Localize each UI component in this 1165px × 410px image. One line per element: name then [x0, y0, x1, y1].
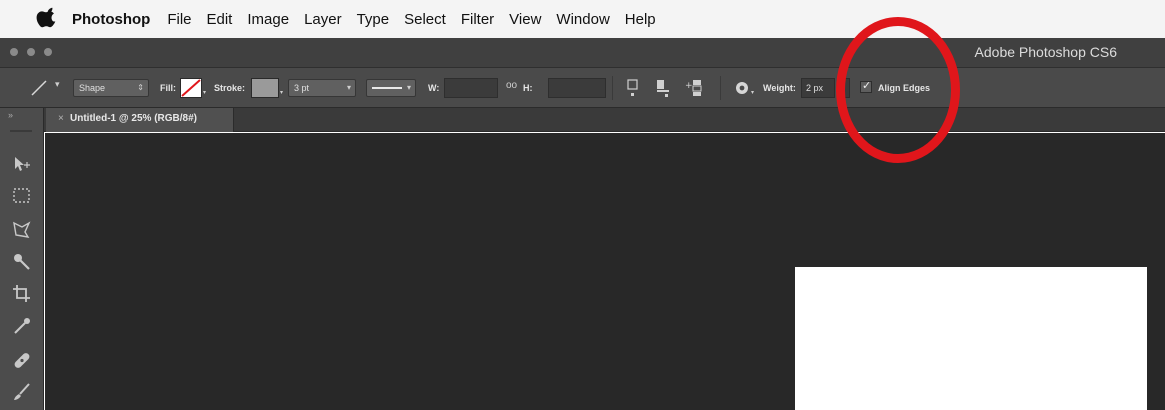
- brush-icon[interactable]: [10, 380, 34, 404]
- fill-label: Fill:: [160, 83, 176, 93]
- width-input[interactable]: [444, 78, 498, 98]
- move-icon[interactable]: [10, 152, 34, 176]
- annotation-circle: [836, 17, 960, 163]
- document-canvas[interactable]: [795, 267, 1147, 410]
- menu-view[interactable]: View: [509, 11, 541, 28]
- panel-grip[interactable]: [10, 130, 32, 132]
- dropdown-arrow-icon: ▾: [406, 83, 411, 92]
- no-fill-slash-icon: [181, 79, 201, 97]
- options-divider: [612, 76, 613, 100]
- link-icon[interactable]: oo: [506, 80, 517, 91]
- path-operations-icon[interactable]: [624, 77, 642, 99]
- canvas-workspace[interactable]: [45, 133, 1165, 410]
- menu-type[interactable]: Type: [357, 11, 390, 28]
- path-arrangement-icon[interactable]: +: [684, 76, 706, 100]
- system-menu-bar: Photoshop File Edit Image Layer Type Sel…: [0, 0, 1165, 38]
- menu-edit[interactable]: Edit: [207, 11, 233, 28]
- stroke-width-value: 3 pt: [294, 83, 310, 93]
- tools-panel: ››: [0, 108, 44, 410]
- stroke-swatch[interactable]: [251, 78, 279, 98]
- line-tool-icon[interactable]: [30, 80, 48, 96]
- options-divider: [720, 76, 721, 100]
- updown-arrows-icon: ⇕: [137, 83, 144, 92]
- menu-app-photoshop[interactable]: Photoshop: [72, 11, 150, 28]
- menu-select[interactable]: Select: [404, 11, 446, 28]
- tool-preset-chevron-icon[interactable]: ▾: [55, 79, 60, 90]
- gear-menu-arrow-icon[interactable]: ▾: [751, 89, 754, 96]
- document-tab[interactable]: × Untitled-1 @ 25% (RGB/8#): [46, 108, 234, 132]
- apple-icon[interactable]: [36, 7, 58, 31]
- menu-filter[interactable]: Filter: [461, 11, 494, 28]
- minimize-window-button[interactable]: [27, 48, 35, 56]
- quick-selection-icon[interactable]: [10, 250, 34, 274]
- width-label: W:: [428, 83, 440, 93]
- stroke-label: Stroke:: [214, 83, 246, 93]
- document-tab-title: Untitled-1 @ 25% (RGB/8#): [70, 113, 197, 124]
- stroke-width-field[interactable]: 3 pt ▾: [288, 79, 356, 97]
- menu-window[interactable]: Window: [556, 11, 609, 28]
- path-alignment-icon[interactable]: [654, 77, 672, 99]
- zoom-window-button[interactable]: [44, 48, 52, 56]
- marquee-icon[interactable]: [10, 184, 34, 208]
- mode-dropdown-value: Shape: [79, 83, 106, 93]
- fill-menu-arrow-icon[interactable]: ▾: [203, 89, 206, 96]
- eyedropper-icon[interactable]: [10, 314, 34, 338]
- solid-line-preview: [372, 87, 402, 89]
- collapse-panel-icon[interactable]: ››: [8, 110, 13, 120]
- close-icon[interactable]: ×: [58, 113, 64, 124]
- stroke-type-dropdown[interactable]: ▾: [366, 79, 416, 97]
- weight-input[interactable]: 2 px: [801, 78, 835, 98]
- app-title-bar: Adobe Photoshop CS6: [0, 38, 1165, 68]
- window-controls: [10, 48, 52, 56]
- crop-icon[interactable]: [10, 282, 34, 306]
- menu-file[interactable]: File: [167, 11, 191, 28]
- dropdown-arrow-icon: ▾: [346, 83, 351, 92]
- app-title: Adobe Photoshop CS6: [974, 44, 1117, 60]
- weight-value: 2 px: [806, 83, 824, 93]
- svg-text:+: +: [685, 81, 693, 91]
- mode-dropdown[interactable]: Shape ⇕: [73, 79, 149, 97]
- menu-layer[interactable]: Layer: [304, 11, 342, 28]
- height-label: H:: [523, 83, 533, 93]
- document-tab-bar: × Untitled-1 @ 25% (RGB/8#): [0, 108, 1165, 132]
- height-input[interactable]: [548, 78, 606, 98]
- menu-image[interactable]: Image: [247, 11, 289, 28]
- fill-swatch[interactable]: [180, 78, 202, 98]
- healing-brush-icon[interactable]: [10, 348, 34, 372]
- lasso-icon[interactable]: [10, 218, 34, 242]
- menu-help[interactable]: Help: [625, 11, 656, 28]
- close-window-button[interactable]: [10, 48, 18, 56]
- weight-label: Weight:: [763, 83, 796, 93]
- gear-icon[interactable]: [734, 80, 750, 96]
- options-bar: ▾ Shape ⇕ Fill: ▾ Stroke: ▾ 3 pt ▾ ▾ W: …: [0, 68, 1165, 108]
- stroke-menu-arrow-icon[interactable]: ▾: [280, 89, 283, 96]
